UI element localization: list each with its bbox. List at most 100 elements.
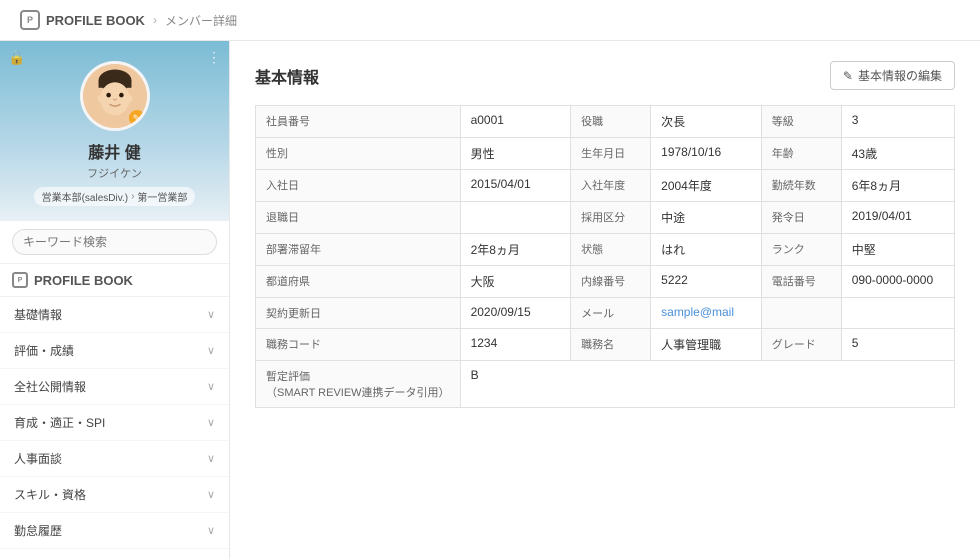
info-value: 3 <box>841 106 954 138</box>
info-value: 2年8ヵ月 <box>460 234 571 266</box>
info-label: 役職 <box>571 106 651 138</box>
info-label: 年齢 <box>761 138 841 170</box>
nav-item-label: 育成・適正・SPI <box>14 414 105 431</box>
info-value <box>841 298 954 329</box>
sidebar-nav-item[interactable]: 勤怠履歴 ∨ <box>0 513 229 549</box>
email-link[interactable]: sample@mail <box>661 305 734 319</box>
info-label: 状態 <box>571 234 651 266</box>
logo-text: PROFILE BOOK <box>46 13 145 28</box>
table-row: 社員番号a0001役職次長等級3 <box>256 106 955 138</box>
sidebar-nav-item[interactable]: 人事面談 ∨ <box>0 441 229 477</box>
table-row: 職務コード1234職務名人事管理職グレード5 <box>256 329 955 361</box>
info-label <box>761 298 841 329</box>
sidebar-nav: 基礎情報∨評価・成績∨全社公開情報∨育成・適正・SPI∨人事面談∨スキル・資格∨… <box>0 297 229 559</box>
dept1-label: 営業本部(salesDiv.) <box>42 189 128 204</box>
nav-item-label: スキル・資格 <box>14 486 86 503</box>
info-label: 暫定評価（SMART REVIEW連携データ引用） <box>256 361 461 408</box>
info-value: 次長 <box>651 106 762 138</box>
dept2-label: 第一営業部 <box>137 189 187 204</box>
profile-dept: 営業本部(salesDiv.) › 第一営業部 <box>34 187 196 206</box>
nav-item-label: 基礎情報 <box>14 306 62 323</box>
info-label: 退職日 <box>256 202 461 234</box>
table-row: 都道府県大阪内線番号5222電話番号090-0000-0000 <box>256 266 955 298</box>
info-value: はれ <box>651 234 762 266</box>
info-label: 都道府県 <box>256 266 461 298</box>
sidebar-nav-item[interactable]: 基礎情報 ∨ <box>0 297 229 333</box>
info-label: 内線番号 <box>571 266 651 298</box>
logo-icon: P <box>20 10 40 30</box>
sidebar-nav-item[interactable]: 評価・成績∨ <box>0 333 229 369</box>
info-value: 2019/04/01 <box>841 202 954 234</box>
info-value: 43歳 <box>841 138 954 170</box>
info-label: 発令日 <box>761 202 841 234</box>
info-value: 1234 <box>460 329 571 361</box>
sidebar-logo-icon: P <box>12 272 28 288</box>
info-value: 2020/09/15 <box>460 298 571 329</box>
section-header: 基本情報 ✎ 基本情報の編集 <box>255 61 955 90</box>
sidebar-nav-item[interactable]: 育成・適正・SPI ∨ <box>0 405 229 441</box>
info-label: ランク <box>761 234 841 266</box>
info-label: 生年月日 <box>571 138 651 170</box>
search-wrap <box>0 221 229 264</box>
sidebar-nav-item[interactable]: 全社公開情報∨ <box>0 369 229 405</box>
info-label: 勤続年数 <box>761 170 841 202</box>
sidebar-nav-item[interactable]: スキル・資格 ∨ <box>0 477 229 513</box>
nav-item-label: 人事面談 <box>14 450 62 467</box>
nav-item-label: 全社公開情報 <box>14 378 86 395</box>
nav-item-label: 給与履歴 <box>14 558 62 559</box>
info-value: 090-0000-0000 <box>841 266 954 298</box>
table-row: 入社日2015/04/01入社年度2004年度勤続年数6年8ヵ月 <box>256 170 955 202</box>
info-value: 大阪 <box>460 266 571 298</box>
sidebar-nav-item[interactable]: 給与履歴∨ <box>0 549 229 559</box>
sidebar-book-label: P PROFILE BOOK <box>0 264 229 297</box>
table-row: 契約更新日2020/09/15メール sample@mail <box>256 298 955 329</box>
info-value: sample@mail <box>651 298 762 329</box>
info-value: 5 <box>841 329 954 361</box>
more-icon[interactable]: ⋮ <box>207 49 221 66</box>
info-label: メール <box>571 298 651 329</box>
info-value <box>460 202 571 234</box>
lock-icon: 🔒 <box>8 49 25 66</box>
logo: P PROFILE BOOK <box>20 10 145 30</box>
info-label: 性別 <box>256 138 461 170</box>
dept-arrow: › <box>131 191 134 202</box>
chevron-icon: ∨ <box>207 452 215 465</box>
info-label: 契約更新日 <box>256 298 461 329</box>
info-label: 採用区分 <box>571 202 651 234</box>
info-label: 職務コード <box>256 329 461 361</box>
avatar-badge: ✎ <box>129 110 145 126</box>
chevron-icon: ∨ <box>207 524 215 537</box>
table-row: 部署滞留年2年8ヵ月状態はれランク中堅 <box>256 234 955 266</box>
info-value: B <box>460 361 954 408</box>
chevron-icon: ∨ <box>207 344 215 357</box>
info-table: 社員番号a0001役職次長等級3性別男性生年月日1978/10/16年齢43歳入… <box>255 105 955 408</box>
chevron-icon: ∨ <box>207 308 215 321</box>
chevron-icon: ∨ <box>207 416 215 429</box>
section-title: 基本情報 <box>255 64 319 88</box>
chevron-icon: ∨ <box>207 488 215 501</box>
table-row: 性別男性生年月日1978/10/16年齢43歳 <box>256 138 955 170</box>
info-value: 男性 <box>460 138 571 170</box>
info-label: 入社年度 <box>571 170 651 202</box>
table-row: 退職日採用区分中途発令日2019/04/01 <box>256 202 955 234</box>
info-label: 社員番号 <box>256 106 461 138</box>
search-input[interactable] <box>12 229 217 255</box>
sidebar-book-text: PROFILE BOOK <box>34 273 133 288</box>
info-value: 2004年度 <box>651 170 762 202</box>
main-container: 🔒 ⋮ <box>0 41 980 559</box>
info-value: 5222 <box>651 266 762 298</box>
nav-item-label: 勤怠履歴 <box>14 522 62 539</box>
info-label: 電話番号 <box>761 266 841 298</box>
info-label: 部署滞留年 <box>256 234 461 266</box>
avatar: ✎ <box>80 61 150 131</box>
profile-name: 藤井 健 <box>15 139 214 163</box>
info-value: 2015/04/01 <box>460 170 571 202</box>
info-value: 人事管理職 <box>651 329 762 361</box>
info-value: 中堅 <box>841 234 954 266</box>
edit-button[interactable]: ✎ 基本情報の編集 <box>830 61 955 90</box>
edit-button-label: 基本情報の編集 <box>858 67 942 84</box>
main-content: 基本情報 ✎ 基本情報の編集 社員番号a0001役職次長等級3性別男性生年月日1… <box>230 41 980 559</box>
info-value: 6年8ヵ月 <box>841 170 954 202</box>
info-label: 職務名 <box>571 329 651 361</box>
sidebar: 🔒 ⋮ <box>0 41 230 559</box>
